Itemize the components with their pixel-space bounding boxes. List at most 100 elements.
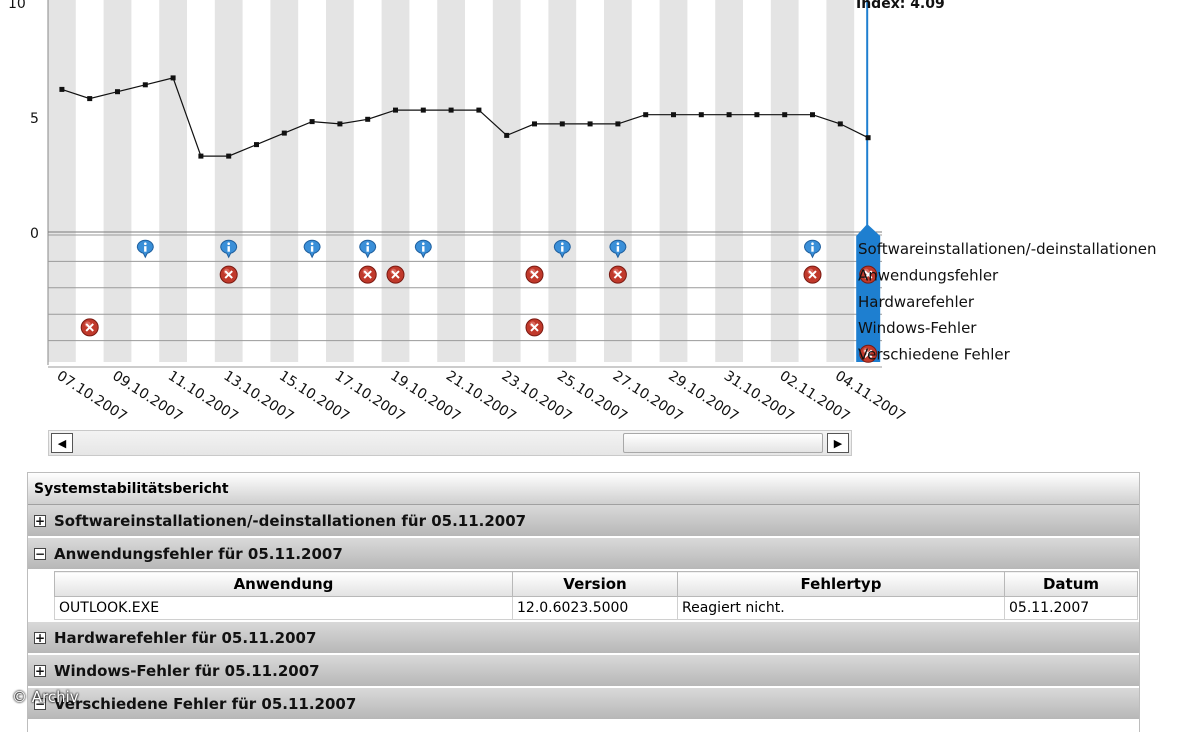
data-point	[365, 116, 371, 122]
x-axis-date-labels: 07.10.200709.10.200711.10.200713.10.2007…	[54, 368, 908, 425]
column-header-error-type[interactable]: Fehlertyp	[677, 571, 1005, 597]
column-header-date[interactable]: Datum	[1004, 571, 1138, 597]
stability-report-panel: Systemstabilitätsbericht + Softwareinsta…	[27, 472, 1140, 732]
data-point	[337, 121, 343, 127]
data-point	[810, 112, 815, 118]
day-column	[270, 0, 299, 362]
day-column	[715, 0, 743, 362]
cell-version: 12.0.6023.5000	[512, 596, 678, 620]
data-point	[226, 153, 232, 159]
data-point	[448, 107, 454, 113]
y-tick-label: 0	[30, 226, 39, 242]
reliability-chart[interactable]: 10 5 0 Index: 4.09 Softwareinstallatione…	[0, 0, 1200, 470]
error-icon[interactable]	[525, 265, 544, 284]
data-point	[476, 107, 482, 113]
section-application-errors[interactable]: − Anwendungsfehler für 05.11.2007	[28, 538, 1139, 571]
data-point	[726, 112, 732, 118]
error-icon[interactable]	[358, 265, 377, 284]
error-icon[interactable]	[803, 265, 822, 284]
day-column	[326, 0, 354, 362]
data-point	[615, 121, 621, 127]
section-hardware-errors[interactable]: + Hardwarefehler für 05.11.2007	[28, 622, 1139, 655]
column-header-application[interactable]: Anwendung	[54, 571, 513, 597]
data-point	[281, 130, 287, 136]
scroll-left-button[interactable]: ◀	[51, 433, 73, 453]
cell-application: OUTLOOK.EXE	[54, 596, 513, 620]
day-column	[826, 0, 855, 362]
column-header-version[interactable]: Version	[512, 571, 678, 597]
data-point	[254, 142, 259, 148]
data-point	[559, 121, 565, 127]
cell-error-type: Reagiert nicht.	[677, 596, 1005, 620]
error-icon[interactable]	[525, 318, 544, 337]
section-label: Anwendungsfehler für 05.11.2007	[54, 544, 343, 563]
collapse-icon[interactable]: −	[34, 547, 46, 560]
y-tick-label: 5	[30, 111, 39, 127]
table-row[interactable]: OUTLOOK.EXE 12.0.6023.5000 Reagiert nich…	[54, 596, 1138, 620]
day-column	[492, 0, 521, 362]
application-errors-table: Anwendung Version Fehlertyp Datum OUTLOO…	[54, 571, 1138, 620]
day-column	[214, 0, 243, 362]
legend-label: Windows-Fehler	[858, 319, 977, 337]
expand-icon[interactable]: +	[34, 631, 46, 644]
day-column	[103, 0, 132, 362]
section-label: Verschiedene Fehler für 05.11.2007	[54, 694, 357, 713]
horizontal-scrollbar[interactable]: ◀ ▶	[48, 430, 852, 456]
data-point	[587, 121, 593, 127]
legend-label: Verschiedene Fehler	[858, 346, 1011, 364]
table-header-row: Anwendung Version Fehlertyp Datum	[54, 571, 1138, 597]
cell-date: 05.11.2007	[1004, 596, 1138, 620]
legend-label: Softwareinstallationen/-deinstallationen	[858, 240, 1156, 258]
data-point	[420, 107, 426, 113]
error-icon[interactable]	[608, 265, 627, 284]
data-point	[115, 89, 120, 95]
section-windows-errors[interactable]: + Windows-Fehler für 05.11.2007	[28, 655, 1139, 688]
index-label: Index: 4.09	[856, 0, 945, 12]
data-point	[698, 112, 704, 118]
event-legend: Softwareinstallationen/-deinstallationen…	[858, 240, 1156, 364]
data-point	[532, 121, 537, 127]
data-point	[865, 135, 871, 141]
data-point	[198, 153, 204, 159]
day-column	[659, 0, 688, 362]
application-errors-table-container: Anwendung Version Fehlertyp Datum OUTLOO…	[28, 571, 1139, 620]
data-point	[837, 121, 843, 127]
scroll-right-button[interactable]: ▶	[827, 433, 849, 453]
arrow-right-icon: ▶	[833, 436, 843, 450]
day-column	[604, 0, 632, 362]
day-columns	[47, 0, 882, 365]
day-column	[159, 0, 187, 362]
data-point	[142, 82, 148, 88]
day-column	[770, 0, 799, 362]
data-point	[643, 112, 649, 118]
data-point	[393, 107, 398, 113]
data-point	[59, 86, 65, 92]
data-point	[754, 112, 760, 118]
section-label: Softwareinstallationen/-deinstallationen…	[54, 511, 527, 530]
error-icon[interactable]	[386, 265, 405, 284]
day-column	[48, 0, 76, 362]
report-title: Systemstabilitätsbericht	[28, 472, 1139, 505]
arrow-left-icon: ◀	[57, 436, 67, 450]
data-point	[504, 132, 510, 138]
scroll-thumb[interactable]	[623, 433, 823, 453]
section-software-installs[interactable]: + Softwareinstallationen/-deinstallation…	[28, 505, 1139, 538]
day-column	[437, 0, 465, 362]
error-icon[interactable]	[219, 265, 238, 284]
watermark: © Archiv	[12, 688, 79, 706]
y-axis: 10 5 0	[8, 0, 39, 242]
expand-icon[interactable]: +	[34, 514, 46, 527]
data-point	[87, 96, 93, 102]
expand-icon[interactable]: +	[34, 664, 46, 677]
error-icon[interactable]	[80, 318, 99, 337]
y-tick-label: 10	[8, 0, 26, 12]
legend-label: Hardwarefehler	[858, 293, 975, 311]
data-point	[309, 119, 315, 125]
legend-label: Anwendungsfehler	[858, 266, 999, 284]
section-label: Windows-Fehler für 05.11.2007	[54, 661, 320, 680]
day-column	[548, 0, 577, 362]
section-label: Hardwarefehler für 05.11.2007	[54, 628, 317, 647]
data-point	[170, 75, 176, 81]
section-misc-errors[interactable]: − Verschiedene Fehler für 05.11.2007	[28, 688, 1139, 721]
day-column	[381, 0, 410, 362]
